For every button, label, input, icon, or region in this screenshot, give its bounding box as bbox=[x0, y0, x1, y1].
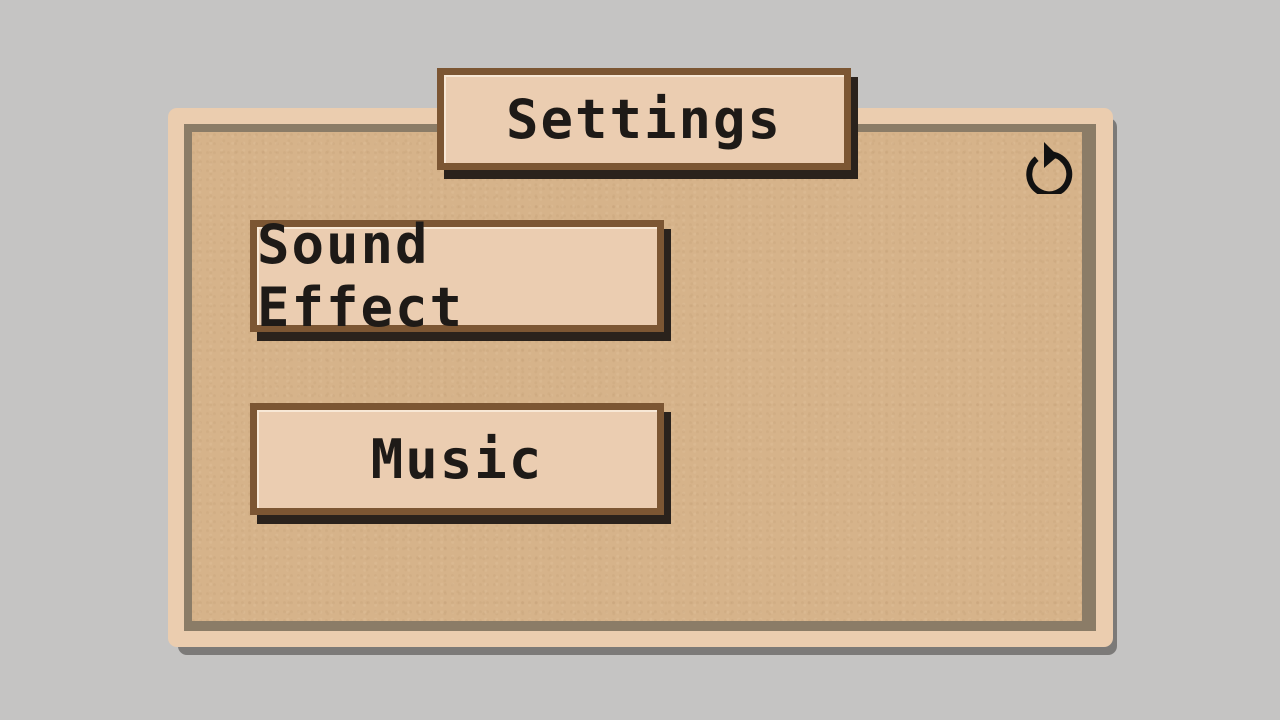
reset-button[interactable] bbox=[1024, 132, 1080, 194]
music-label: Music bbox=[370, 427, 544, 491]
sound-effect-label: Sound Effect bbox=[257, 213, 465, 339]
settings-board bbox=[184, 124, 1096, 631]
settings-title: Settings bbox=[437, 68, 851, 170]
sound-effect-button[interactable]: Sound Effect bbox=[250, 213, 664, 339]
settings-title-label: Settings bbox=[505, 87, 783, 151]
reset-icon bbox=[1026, 142, 1073, 194]
music-button[interactable]: Music bbox=[250, 403, 664, 515]
